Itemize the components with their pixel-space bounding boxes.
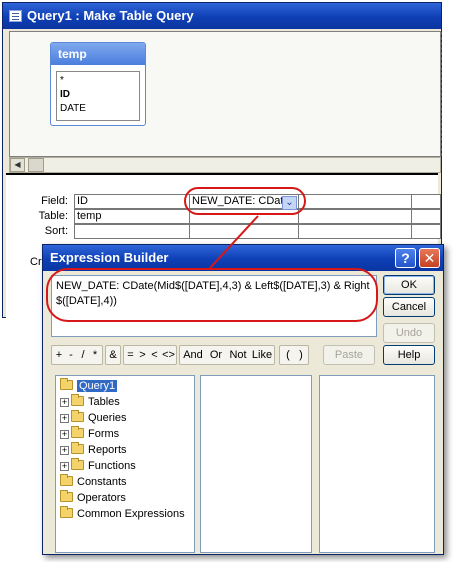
grid-cell-table-4[interactable] <box>411 209 441 224</box>
undo-button[interactable]: Undo <box>383 323 435 343</box>
paste-button[interactable]: Paste <box>323 345 375 365</box>
folder-icon <box>71 410 84 422</box>
tree-item-functions[interactable]: + Functions <box>60 458 136 474</box>
query-window-title: Query1 : Make Table Query <box>27 8 194 23</box>
title-help-button[interactable]: ? <box>395 248 416 268</box>
element-value-list[interactable] <box>319 375 435 553</box>
grid-cell-field-1[interactable]: ID <box>74 194 190 209</box>
folder-icon <box>71 442 84 454</box>
cancel-button[interactable]: Cancel <box>383 297 435 317</box>
query-window-titlebar[interactable]: Query1 : Make Table Query <box>3 3 441 29</box>
operator-less-button[interactable]: < <box>149 346 160 364</box>
folder-icon <box>71 426 84 438</box>
element-category-list[interactable] <box>200 375 312 553</box>
plus-expand-icon[interactable]: + <box>60 398 69 407</box>
grid-cell-sort-4[interactable] <box>411 224 441 239</box>
operator-group-concat: & <box>105 345 121 365</box>
tree-item-operators[interactable]: Operators <box>60 490 126 506</box>
table-diagram-pane[interactable]: temp * ID DATE <box>9 31 442 157</box>
grid-cell-sort-2[interactable] <box>189 224 299 239</box>
folder-icon <box>60 490 73 502</box>
operator-like-button[interactable]: Like <box>250 346 274 364</box>
grid-cell-field-4[interactable] <box>411 194 441 209</box>
grid-cell-sort-3[interactable] <box>298 224 412 239</box>
plus-expand-icon[interactable]: + <box>60 430 69 439</box>
operator-or-button[interactable]: Or <box>207 346 225 364</box>
grid-label-criteria: Cr <box>30 256 42 268</box>
tree-item-queries[interactable]: + Queries <box>60 410 127 426</box>
close-icon[interactable]: ✕ <box>419 248 440 268</box>
operator-group-parens: ( ) <box>279 345 309 365</box>
folder-icon <box>60 474 73 486</box>
operator-close-paren-button[interactable]: ) <box>295 346 307 364</box>
folder-icon <box>60 506 73 518</box>
operator-divide-button[interactable]: / <box>78 346 88 364</box>
operator-ampersand-button[interactable]: & <box>107 346 119 364</box>
tree-item-reports[interactable]: + Reports <box>60 442 127 458</box>
plus-expand-icon[interactable]: + <box>60 446 69 455</box>
tree-item-constants[interactable]: Constants <box>60 474 127 490</box>
grid-label-field: Field: <box>41 195 68 207</box>
annotation-ring-field <box>184 187 306 215</box>
operator-not-button[interactable]: Not <box>227 346 249 364</box>
operator-open-paren-button[interactable]: ( <box>282 346 294 364</box>
operator-multiply-button[interactable]: * <box>90 346 100 364</box>
scrollbar-thumb[interactable] <box>28 158 44 172</box>
grid-cell-sort-1[interactable] <box>74 224 190 239</box>
query-window-icon <box>9 10 22 22</box>
dialog-title: Expression Builder <box>50 250 169 265</box>
operator-group-compare: = > < <> <box>123 345 177 365</box>
grid-label-sort: Sort: <box>44 225 68 237</box>
grid-cell-table-1[interactable]: temp <box>74 209 190 224</box>
field-item-star[interactable]: * <box>60 74 64 87</box>
grid-cell-table-3[interactable] <box>298 209 412 224</box>
operator-and-button[interactable]: And <box>181 346 205 364</box>
operator-plus-button[interactable]: + <box>54 346 64 364</box>
field-item-id[interactable]: ID <box>60 88 70 101</box>
plus-expand-icon[interactable]: + <box>60 414 69 423</box>
ok-button[interactable]: OK <box>383 275 435 295</box>
grid-label-table: Table: <box>38 210 68 222</box>
folder-icon <box>60 378 73 390</box>
tree-item-forms[interactable]: + Forms <box>60 426 119 442</box>
folder-icon <box>71 458 84 470</box>
operator-group-logic: And Or Not Like <box>179 345 275 365</box>
grid-cell-field-3[interactable] <box>298 194 412 209</box>
operator-group-arith: + - / * <box>51 345 103 365</box>
field-item-date[interactable]: DATE <box>60 102 86 115</box>
tree-item-query1[interactable]: Query1 <box>60 378 118 394</box>
annotation-ring-expression <box>46 268 378 322</box>
scroll-left-arrow-icon[interactable]: ◀ <box>10 158 25 172</box>
operator-notequal-button[interactable]: <> <box>161 346 176 364</box>
table-field-list[interactable]: * ID DATE <box>56 71 140 121</box>
help-button[interactable]: Help <box>383 345 435 365</box>
table-box-title[interactable]: temp <box>51 43 145 65</box>
operator-equals-button[interactable]: = <box>125 346 136 364</box>
operator-greater-button[interactable]: > <box>137 346 148 364</box>
plus-expand-icon[interactable]: + <box>60 462 69 471</box>
tree-item-common-expressions[interactable]: Common Expressions <box>60 506 185 522</box>
element-folder-tree[interactable]: Query1 + Tables + Queries + Forms + Reports … <box>55 375 195 553</box>
horizontal-scrollbar[interactable]: ◀ <box>9 157 441 173</box>
operator-minus-button[interactable]: - <box>66 346 76 364</box>
folder-icon <box>71 394 84 406</box>
table-field-list-temp[interactable]: temp * ID DATE <box>50 42 146 126</box>
tree-item-tables[interactable]: + Tables <box>60 394 120 410</box>
